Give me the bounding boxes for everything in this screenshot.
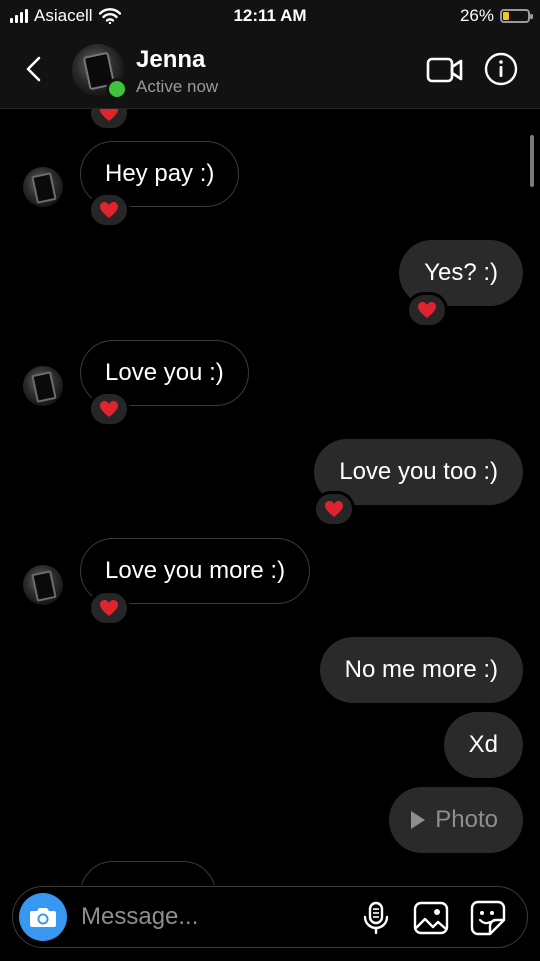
sender-avatar[interactable] [23, 366, 63, 406]
battery-icon [500, 9, 533, 23]
gallery-icon[interactable] [413, 901, 449, 935]
back-chevron-icon[interactable] [20, 54, 50, 84]
sticker-icon[interactable] [470, 900, 506, 936]
camera-icon [30, 908, 56, 927]
contact-name[interactable]: Jenna [136, 46, 205, 74]
sender-avatar[interactable] [23, 167, 63, 207]
heart-icon [100, 202, 118, 218]
photo-message-bubble[interactable]: Photo [389, 787, 523, 853]
reaction-badge[interactable] [313, 491, 355, 527]
heart-icon [100, 401, 118, 417]
heart-icon [100, 109, 118, 121]
reaction-badge[interactable] [406, 292, 448, 328]
heart-icon [325, 501, 343, 517]
battery-percent: 26% [459, 6, 494, 25]
online-status-dot [106, 78, 128, 100]
message-composer [12, 886, 528, 948]
video-call-icon[interactable] [426, 52, 464, 88]
status-bar: Asiacell 12:11 AM 26% [0, 0, 540, 32]
battery-group: 26% [459, 6, 533, 26]
message-input[interactable] [81, 887, 341, 947]
reaction-badge[interactable] [88, 391, 130, 427]
message-bubble-outgoing[interactable]: Xd [443, 712, 523, 778]
heart-icon [100, 600, 118, 616]
sender-avatar[interactable] [23, 565, 63, 605]
reaction-badge[interactable] [88, 590, 130, 626]
message-bubble-outgoing[interactable]: No me more :) [319, 637, 523, 703]
microphone-icon[interactable] [361, 901, 391, 935]
heart-icon [418, 302, 436, 318]
message-thread[interactable]: Hey pay :) Yes? :) Love you :) Love you … [0, 109, 540, 885]
reaction-badge[interactable] [88, 192, 130, 228]
chat-header: Jenna Active now [0, 32, 540, 109]
battery-level [503, 12, 509, 20]
play-icon [411, 811, 426, 829]
camera-button[interactable] [19, 893, 67, 941]
contact-activity-status: Active now [136, 77, 219, 96]
scrollbar[interactable] [530, 135, 534, 187]
photo-label: Photo [435, 806, 498, 833]
reaction-badge[interactable] [88, 109, 130, 131]
message-bubble-incoming[interactable] [80, 861, 216, 885]
info-icon[interactable] [484, 52, 518, 86]
